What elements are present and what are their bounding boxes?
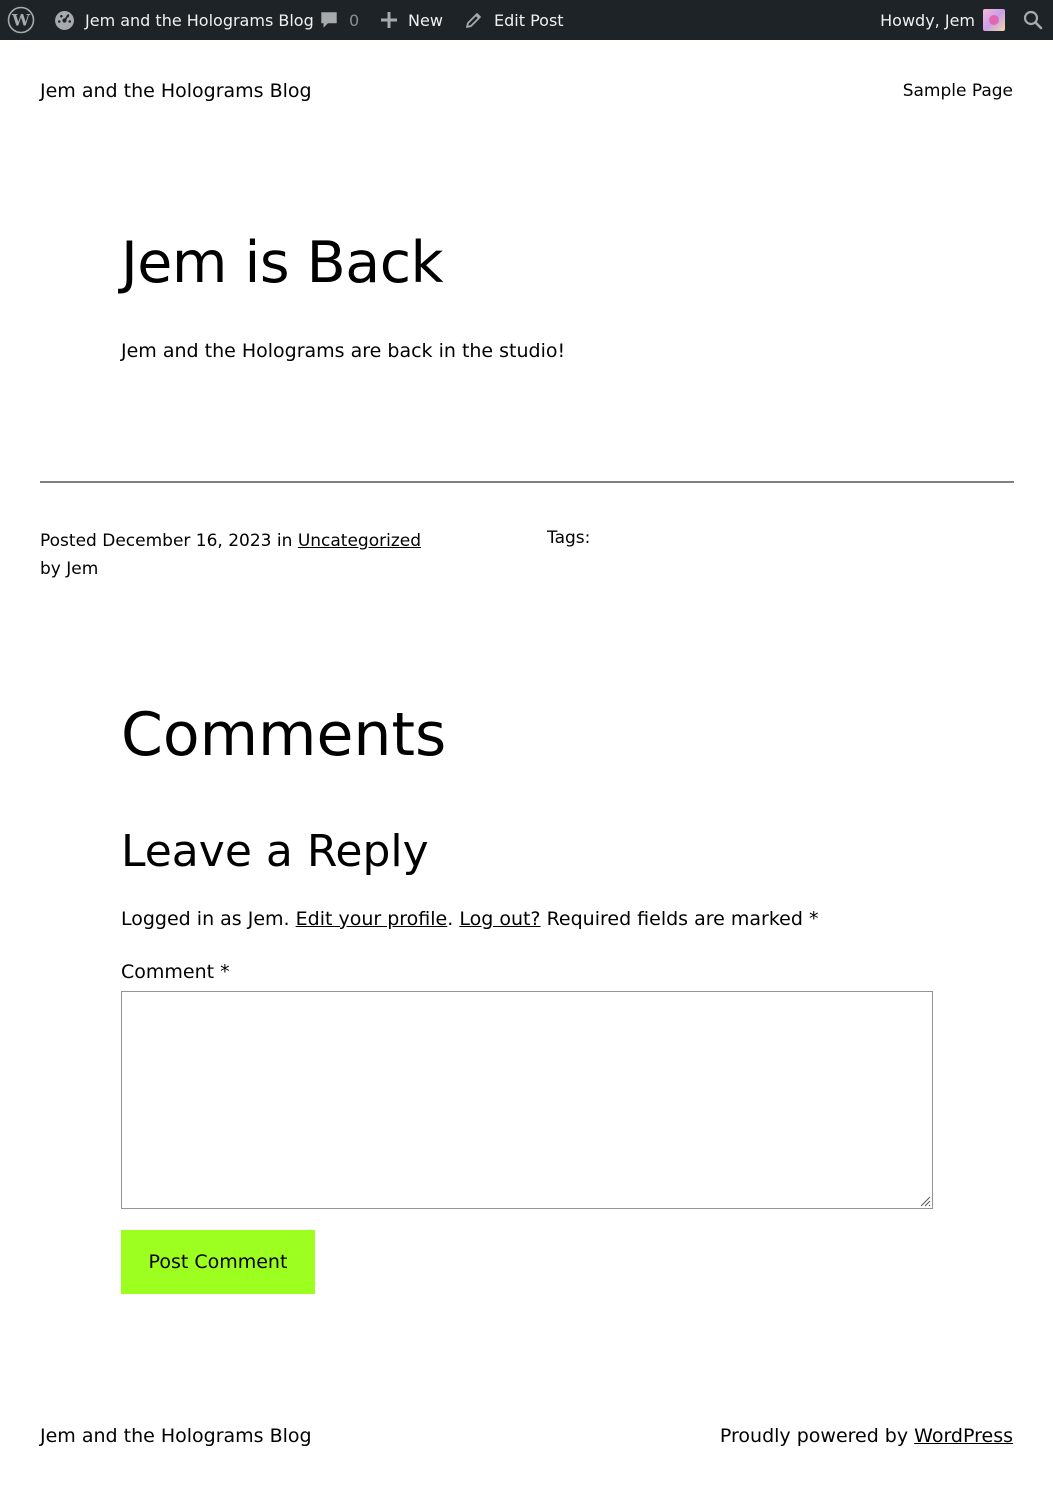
logged-in-text: Logged in as Jem. <box>121 908 290 930</box>
howdy-label: Howdy, Jem <box>880 10 975 30</box>
powered-prefix: Proudly powered by <box>719 1425 915 1447</box>
logged-in-notice: Logged in as Jem. Edit your profile. Log… <box>121 908 818 930</box>
site-name-link[interactable]: Jem and the Holograms Blog <box>54 0 314 40</box>
wordpress-link[interactable]: WordPress <box>914 1425 1013 1447</box>
plus-icon <box>381 12 397 28</box>
svg-text:W: W <box>11 11 31 30</box>
separator <box>40 481 1014 483</box>
by-prefix: by <box>40 559 61 579</box>
post-meta: Posted December 16, 2023 in Uncategorize… <box>40 527 440 583</box>
new-label: New <box>408 10 443 30</box>
search-icon <box>1023 10 1043 30</box>
posted-prefix: Posted <box>40 531 97 551</box>
powered-by: Proudly powered by WordPress <box>720 1425 1013 1447</box>
new-content-link[interactable]: New <box>380 0 443 40</box>
in-word: in <box>276 531 293 551</box>
wordpress-icon: W <box>7 6 35 34</box>
post-content: Jem and the Holograms are back in the st… <box>121 340 566 362</box>
footer-site-title[interactable]: Jem and the Holograms Blog <box>40 1425 312 1447</box>
comments-link[interactable]: 0 <box>318 0 359 40</box>
dashboard-icon <box>55 10 74 30</box>
my-account-link[interactable]: Howdy, Jem <box>880 0 1005 40</box>
comment-textarea[interactable] <box>121 991 933 1209</box>
wordpress-logo-button[interactable]: W <box>7 0 35 40</box>
post-comment-button[interactable]: Post Comment <box>121 1230 315 1294</box>
edit-post-label: Edit Post <box>494 10 564 30</box>
required-mark: * <box>808 908 819 930</box>
comment-label: Comment * <box>121 961 230 983</box>
nav-item-sample-page[interactable]: Sample Page <box>903 81 1013 101</box>
category-link[interactable]: Uncategorized <box>298 531 421 551</box>
comment-bubble-icon <box>321 12 337 28</box>
required-fields-text: Required fields are marked <box>546 908 803 930</box>
pencil-icon <box>466 13 481 28</box>
admin-bar: W Jem and the Holograms Blog 0 New Edit … <box>0 0 1053 40</box>
logout-link[interactable]: Log out? <box>459 908 540 930</box>
avatar <box>983 9 1005 31</box>
comments-count: 0 <box>349 10 360 30</box>
period: . <box>447 908 454 930</box>
post-author: Jem <box>66 559 99 579</box>
resize-grip-icon[interactable] <box>919 1195 931 1207</box>
edit-post-link[interactable]: Edit Post <box>464 0 564 40</box>
edit-profile-link[interactable]: Edit your profile <box>296 908 448 930</box>
post-tags-label: Tags: <box>547 528 591 548</box>
comments-heading: Comments <box>121 700 447 770</box>
site-title[interactable]: Jem and the Holograms Blog <box>40 80 312 102</box>
search-button[interactable] <box>1023 0 1043 40</box>
site-name-label: Jem and the Holograms Blog <box>85 10 314 30</box>
post-title: Jem is Back <box>121 230 444 296</box>
post-date: December 16, 2023 <box>102 531 272 551</box>
leave-reply-heading: Leave a Reply <box>121 826 429 877</box>
